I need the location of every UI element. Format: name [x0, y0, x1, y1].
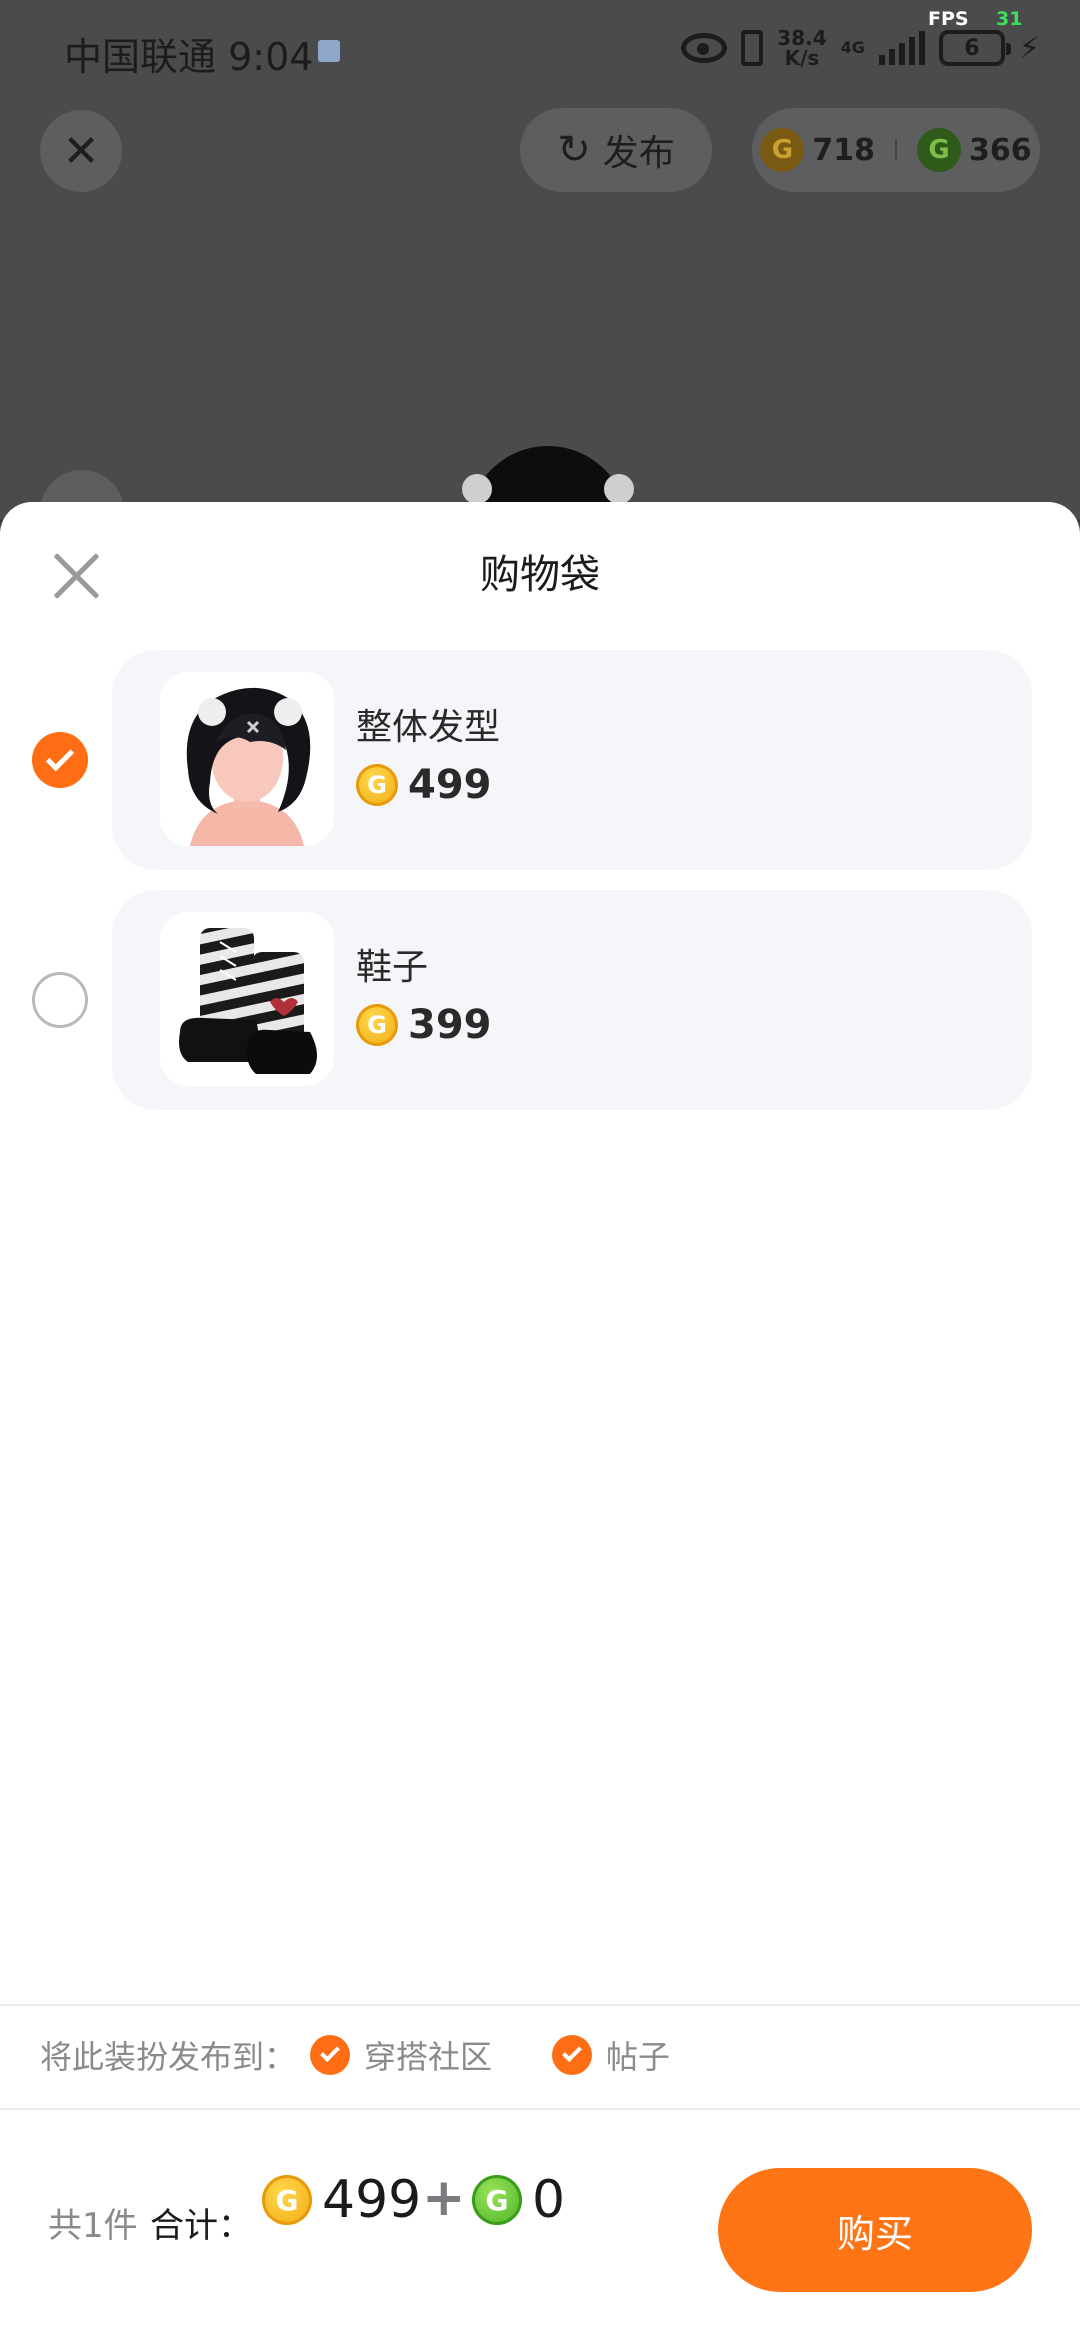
gold-balance: 718 [812, 132, 875, 168]
divider [0, 2004, 1080, 2006]
check-icon [45, 743, 75, 772]
green-balance: 366 [969, 132, 1032, 168]
network-type: 4G [840, 38, 865, 57]
option-label: 帖子 [606, 2038, 671, 2076]
gold-coin-icon: G [760, 128, 805, 172]
check-icon [310, 2035, 351, 2075]
item-count: 共1件 [48, 2206, 138, 2246]
total-gold: G 499 [262, 2170, 421, 2230]
item-card[interactable]: 整体发型 G 499 [112, 650, 1032, 870]
publish-to-row: 将此装扮发布到： 穿搭社区 帖子 [40, 2032, 670, 2078]
gold-coin-icon: G [356, 764, 398, 806]
option-label: 穿搭社区 [364, 2038, 493, 2076]
close-icon: ✕ [62, 125, 100, 177]
boots-thumbnail [160, 912, 334, 1086]
gold-coin-icon: G [356, 1004, 398, 1046]
buy-button[interactable]: 购买 [718, 2168, 1032, 2292]
checkout-bar: 共1件 合计： G 499 + G 0 购买 [0, 2108, 1080, 2326]
charging-bolt-icon: ⚡ [1018, 30, 1040, 66]
shopping-bag-sheet: 购物袋 整体发型 G 499 鞋子 G 399 将此装扮发布到： 穿搭社区 帖子… [0, 502, 1080, 2340]
item-price: G 399 [356, 1002, 492, 1048]
item-card[interactable]: 鞋子 G 399 [112, 890, 1032, 1110]
item-name: 整体发型 [356, 707, 501, 748]
publish-to-label: 将此装扮发布到： [40, 2038, 297, 2076]
cart-item-shoes: 鞋子 G 399 [0, 890, 1080, 1110]
total-green: G 0 [472, 2170, 565, 2230]
carrier-time: 中国联通 9:04 [64, 35, 314, 79]
sim-card-icon [318, 40, 340, 62]
gold-total-value: 499 [322, 2170, 422, 2230]
publish-label: 发布 [602, 133, 675, 174]
total-label: 合计： [150, 2206, 252, 2246]
price-value: 399 [408, 1002, 492, 1048]
green-total-value: 0 [532, 2170, 566, 2230]
status-icons: 38.4 K/s 4G 6 ⚡ [681, 28, 1040, 68]
fps-value: 31 [996, 8, 1023, 30]
item-checkbox-checked[interactable] [32, 732, 88, 788]
eye-icon [681, 33, 728, 63]
vibrate-icon [741, 30, 764, 66]
wallet-divider [895, 139, 897, 161]
green-coin-icon: G [917, 128, 961, 172]
fps-label: FPS [928, 8, 969, 30]
item-price: G 499 [356, 762, 492, 808]
publish-option-community[interactable]: 穿搭社区 [310, 2032, 492, 2078]
sheet-title: 购物袋 [480, 552, 600, 598]
green-coin-icon: G [472, 2175, 522, 2225]
publish-button[interactable]: ↻ 发布 [520, 108, 712, 192]
wallet-balance[interactable]: G 718 G 366 [752, 108, 1040, 192]
battery-icon: 6 [938, 30, 1011, 66]
gold-coin-icon: G [262, 2175, 312, 2225]
close-editor-button[interactable]: ✕ [40, 110, 122, 192]
refresh-icon: ↻ [557, 127, 591, 173]
status-bar: 中国联通 9:04 38.4 K/s 4G 6 ⚡ FPS 31 [0, 0, 1080, 100]
signal-icon [878, 31, 925, 65]
plus-sign: + [422, 2168, 466, 2228]
hairstyle-thumbnail [160, 672, 334, 846]
network-speed: 38.4 K/s [777, 26, 827, 70]
item-name: 鞋子 [356, 947, 429, 988]
check-icon [552, 2035, 593, 2075]
background-app-scrim: 中国联通 9:04 38.4 K/s 4G 6 ⚡ FPS 31 ✕ ↻ 发布 … [0, 0, 1080, 540]
item-checkbox-unchecked[interactable] [32, 972, 88, 1028]
cart-item-hairstyle: 整体发型 G 499 [0, 650, 1080, 870]
publish-option-post[interactable]: 帖子 [552, 2032, 670, 2078]
price-value: 499 [408, 762, 492, 808]
